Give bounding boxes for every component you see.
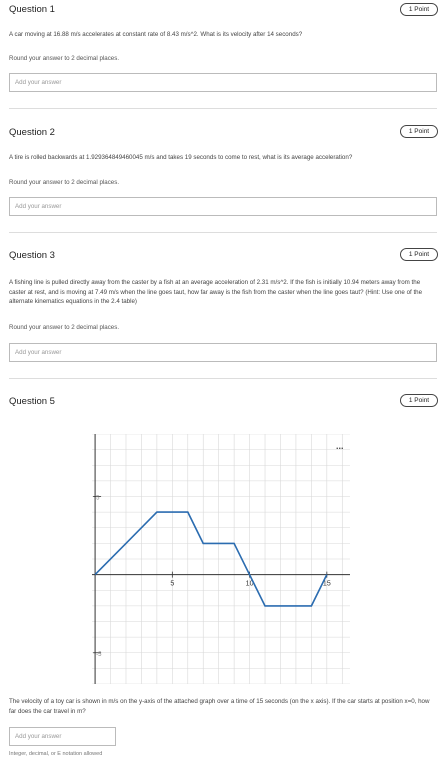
divider: [9, 232, 437, 233]
graph-ticks: 5 10 155-5: [93, 496, 331, 658]
divider: [9, 108, 437, 109]
question-text: The velocity of a toy car is shown in m/…: [9, 698, 430, 715]
input-format-note: Integer, decimal, or E notation allowed: [9, 751, 103, 757]
question-title: Question 5: [9, 396, 55, 407]
answer-input[interactable]: Add your answer: [9, 343, 437, 362]
rounding-hint: Round your answer to 2 decimal places.: [9, 324, 120, 331]
rounding-hint: Round your answer to 2 decimal places.: [9, 179, 120, 186]
y-tick-label: -5: [96, 652, 102, 658]
points-badge: 1 Point: [400, 248, 438, 261]
answer-input[interactable]: Add your answer: [9, 197, 437, 216]
question-text: A tire is rolled backwards at 1.92936484…: [9, 154, 353, 161]
points-badge: 1 Point: [400, 394, 438, 407]
divider: [9, 378, 437, 379]
points-badge: 1 Point: [400, 3, 438, 16]
question-text: A car moving at 16.88 m/s accelerates at…: [9, 31, 303, 38]
question-title: Question 1: [9, 4, 55, 15]
answer-input[interactable]: Add your answer: [9, 73, 437, 92]
graph-grid: [92, 434, 350, 684]
graph-menu-icon[interactable]: ...: [336, 441, 344, 451]
question-title: Question 2: [9, 127, 55, 138]
points-badge: 1 Point: [400, 125, 438, 138]
question-text: A fishing line is pulled directly away f…: [9, 279, 423, 305]
question-title: Question 3: [9, 250, 55, 261]
rounding-hint: Round your answer to 2 decimal places.: [9, 55, 120, 62]
answer-input[interactable]: Add your answer: [9, 727, 116, 746]
x-tick-label: 5: [170, 581, 174, 588]
velocity-time-graph: 5 10 155-5 ...: [92, 434, 350, 684]
